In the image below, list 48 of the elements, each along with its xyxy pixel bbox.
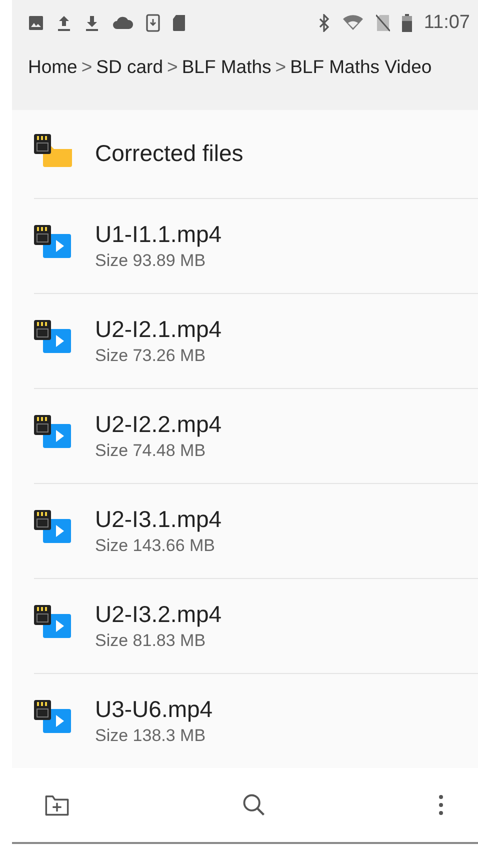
sd-video-icon xyxy=(34,318,74,355)
sd-folder-icon xyxy=(34,132,74,169)
file-name: U3-U6.mp4 xyxy=(95,696,213,723)
wifi-icon xyxy=(342,15,364,31)
sd-video-icon xyxy=(34,698,74,735)
file-list-item[interactable]: U3-U6.mp4 Size 138.3 MB xyxy=(34,674,478,768)
file-list-item[interactable]: U2-I2.2.mp4 Size 74.48 MB xyxy=(34,388,478,484)
breadcrumb-item[interactable]: SD card xyxy=(96,56,163,78)
download-icon xyxy=(84,14,100,32)
file-name: U2-I3.1.mp4 xyxy=(95,506,222,533)
search-icon xyxy=(241,792,267,818)
file-name: U2-I2.2.mp4 xyxy=(95,410,222,438)
file-list-item[interactable]: U2-I3.2.mp4 Size 81.83 MB xyxy=(34,578,478,674)
more-icon xyxy=(438,792,444,817)
cloud-icon xyxy=(112,16,134,30)
file-list-item[interactable]: U2-I3.1.mp4 Size 143.66 MB xyxy=(34,484,478,579)
sd-video-icon xyxy=(34,414,74,450)
no-sim-icon xyxy=(376,14,390,32)
file-size: Size 143.66 MB xyxy=(95,536,216,556)
breadcrumb-separator: > xyxy=(80,56,94,78)
image-icon xyxy=(28,15,44,31)
file-name: Corrected files xyxy=(95,140,244,168)
file-size: Size 93.89 MB xyxy=(95,250,207,271)
file-name: U2-I2.1.mp4 xyxy=(95,316,222,343)
battery-icon xyxy=(402,14,412,32)
file-list-item[interactable]: U2-I2.1.mp4 Size 73.26 MB xyxy=(34,294,478,389)
status-time: 11:07 xyxy=(424,12,471,34)
breadcrumb-separator: > xyxy=(274,56,288,78)
file-size: Size 74.48 MB xyxy=(95,440,207,461)
file-size: Size 138.3 MB xyxy=(95,726,207,746)
file-name: U2-I3.2.mp4 xyxy=(95,600,222,628)
breadcrumb-item[interactable]: BLF Maths Video xyxy=(290,56,432,78)
upload-icon xyxy=(56,14,72,32)
breadcrumb-separator: > xyxy=(166,56,179,78)
phone-download-icon xyxy=(146,14,160,32)
sd-video-icon xyxy=(34,224,74,260)
breadcrumb-item[interactable]: Home xyxy=(28,56,78,78)
file-size: Size 73.26 MB xyxy=(95,346,207,366)
sd-card-icon xyxy=(172,14,186,32)
file-list-item[interactable]: U1-I1.1.mp4 Size 93.89 MB xyxy=(34,198,478,294)
sd-video-icon xyxy=(34,604,74,640)
file-size: Size 81.83 MB xyxy=(95,630,207,651)
breadcrumb-item[interactable]: BLF Maths xyxy=(182,56,272,78)
file-list-item[interactable]: Corrected files xyxy=(34,110,478,199)
file-name: U1-I1.1.mp4 xyxy=(95,220,222,248)
sd-video-icon xyxy=(34,508,74,545)
bluetooth-icon xyxy=(318,14,330,32)
new-folder-icon xyxy=(44,792,70,817)
